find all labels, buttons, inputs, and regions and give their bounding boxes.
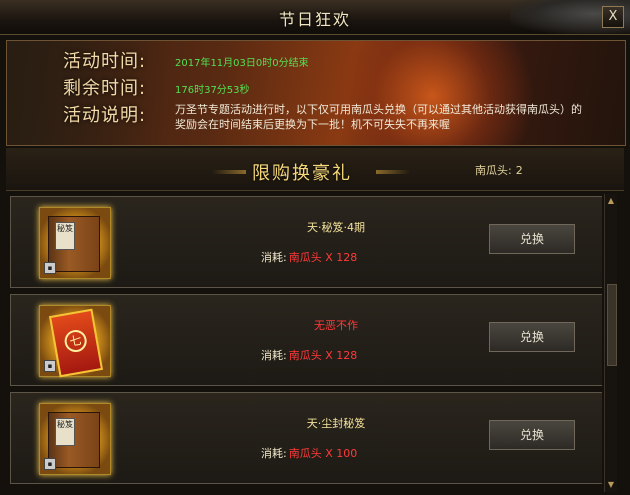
remaining-time-label: 剩余时间: [63, 78, 147, 99]
close-button[interactable]: X [602, 6, 624, 28]
item-name: 天·尘封秘笈 [306, 417, 366, 430]
pumpkin-counter-value: 2 [515, 164, 523, 177]
item-cost: 消耗: 南瓜头 X 128 [261, 349, 358, 362]
item-cost: 消耗: 南瓜头 X 128 [261, 251, 358, 264]
section-title: 限购换豪礼 [252, 163, 352, 184]
header-ornament-right [376, 170, 410, 174]
book-icon[interactable]: 秘笈 ▪ [39, 207, 111, 279]
remaining-time-value: 176时37分53秒 [175, 85, 250, 96]
event-desc-label: 活动说明: [63, 105, 147, 126]
event-time-label: 活动时间: [63, 51, 147, 72]
icon-tag: 秘笈 [55, 418, 75, 446]
event-banner: 活动时间: 2017年11月03日0时0分结束 剩余时间: 176时37分53秒… [6, 40, 626, 146]
icon-tag: 秘笈 [55, 222, 75, 250]
icon-tag: 七 [62, 328, 89, 354]
book-icon[interactable]: 秘笈 ▪ [39, 403, 111, 475]
holiday-window: 节日狂欢 X 活动时间: 2017年11月03日0时0分结束 剩余时间: 176… [0, 0, 630, 495]
card-icon[interactable]: 七 ▪ [39, 305, 111, 378]
exchange-list: 秘笈 ▪ 天·秘笈·4期 消耗: 南瓜头 X 128 兑换 七 ▪ 无恶不作 消耗… [6, 194, 602, 494]
pumpkin-counter-label: 南瓜头: [475, 164, 512, 177]
title-bar: 节日狂欢 X [0, 0, 630, 35]
scroll-up-icon[interactable]: ▲ [606, 196, 616, 206]
lock-icon: ▪ [44, 262, 56, 274]
exchange-row: 七 ▪ 无恶不作 消耗: 南瓜头 X 128 兑换 [10, 294, 602, 386]
lock-icon: ▪ [44, 458, 56, 470]
pumpkin-counter: 南瓜头: 2 [475, 162, 523, 178]
lock-icon: ▪ [44, 360, 56, 372]
item-name: 无恶不作 [314, 319, 358, 332]
exchange-button[interactable]: 兑换 [489, 322, 575, 352]
scroll-thumb[interactable] [607, 284, 617, 366]
exchange-button[interactable]: 兑换 [489, 224, 575, 254]
window-title: 节日狂欢 [278, 10, 351, 29]
exchange-row: 秘笈 ▪ 天·秘笈·4期 消耗: 南瓜头 X 128 兑换 [10, 196, 602, 288]
header-ornament-left [212, 170, 246, 174]
item-name: 天·秘笈·4期 [307, 221, 365, 234]
exchange-row: 秘笈 ▪ 天·尘封秘笈 消耗: 南瓜头 X 100 兑换 [10, 392, 602, 484]
item-cost: 消耗: 南瓜头 X 100 [261, 447, 358, 460]
scrollbar[interactable]: ▲ ▼ [604, 194, 617, 492]
exchange-button[interactable]: 兑换 [489, 420, 575, 450]
event-time-value: 2017年11月03日0时0分结束 [175, 58, 309, 69]
scroll-down-icon[interactable]: ▼ [606, 480, 616, 490]
event-desc-value: 万圣节专题活动进行时，以下仅可用南瓜头兑换（可以通过其他活动获得南瓜头）的奖励会… [175, 103, 582, 131]
